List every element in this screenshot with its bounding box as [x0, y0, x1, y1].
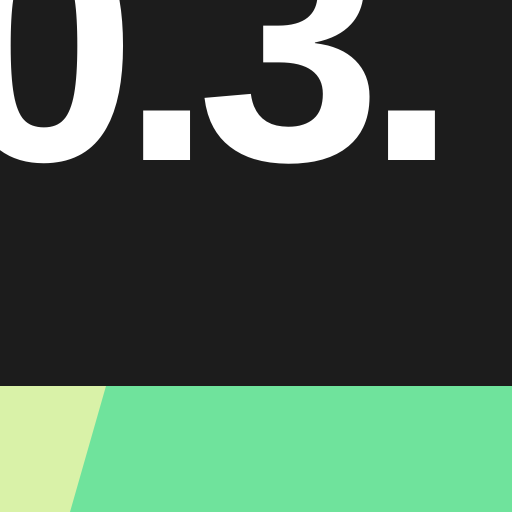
version-number: 0.3.	[0, 0, 458, 231]
release-banner: 0.3.	[0, 0, 512, 512]
color-band	[0, 386, 512, 512]
color-band-graphic	[0, 386, 512, 512]
